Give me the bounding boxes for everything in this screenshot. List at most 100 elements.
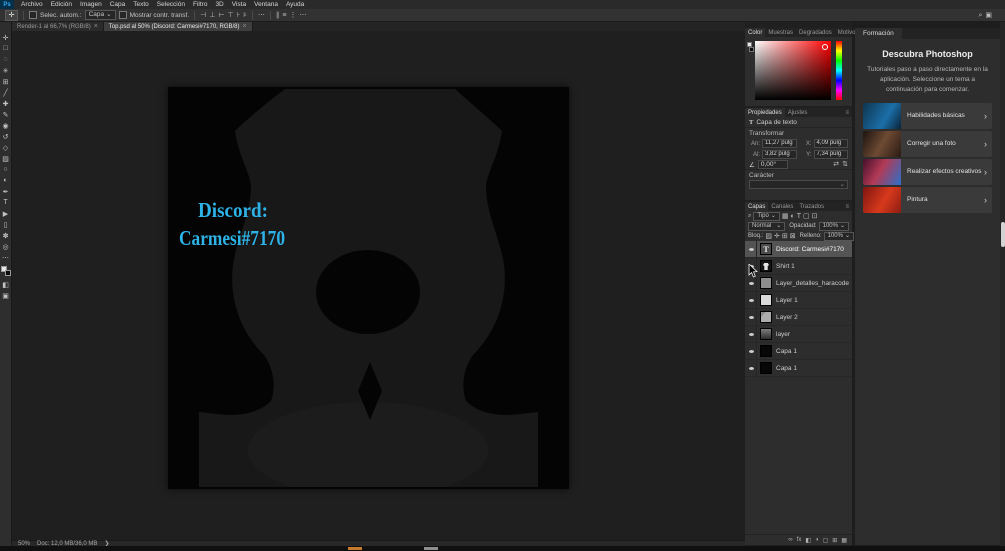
filter-type-icon[interactable]: T	[797, 213, 801, 220]
quick-mask-icon[interactable]: ◧	[0, 279, 12, 290]
shape-tool-icon[interactable]: ▯	[0, 219, 12, 230]
hue-slider[interactable]	[836, 41, 842, 100]
eyedropper-tool-icon[interactable]: ╱	[0, 87, 12, 98]
layer-name[interactable]: Discord: Carmesi#7170	[776, 246, 844, 253]
history-brush-tool-icon[interactable]: ↺	[0, 131, 12, 142]
tab-propiedades[interactable]: Propiedades	[745, 108, 785, 117]
screen-mode-icon[interactable]: ▣	[0, 290, 12, 301]
fill-field[interactable]: 100% ⌄	[823, 231, 854, 241]
layer-thumbnail[interactable]	[760, 311, 772, 323]
menu-archivo[interactable]: Archivo	[17, 0, 47, 9]
align-left-icon[interactable]: ⊣	[200, 12, 206, 19]
learn-card-basics[interactable]: Habilidades básicas ›	[863, 103, 992, 130]
lock-position-icon[interactable]: ✛	[774, 233, 780, 240]
taskbar-item-active[interactable]	[348, 547, 362, 550]
distribute-more-icon[interactable]: ⋯	[300, 12, 307, 19]
layer-row-shirt[interactable]: Shirt 1	[745, 258, 852, 275]
tab-degradados[interactable]: Degradados	[796, 28, 835, 37]
tab-trazados[interactable]: Trazados	[796, 202, 827, 211]
healing-brush-tool-icon[interactable]: ✚	[0, 98, 12, 109]
panel-menu-icon[interactable]: ≡	[842, 108, 852, 117]
layer-group-icon[interactable]: ▢	[823, 537, 829, 544]
menu-seleccion[interactable]: Selección	[153, 0, 189, 9]
transform-section-header[interactable]: Transformar	[745, 127, 852, 138]
layer-name[interactable]: Layer_detalles_haracode	[776, 280, 849, 287]
y-field[interactable]: Y: 7,34 pulg	[801, 150, 848, 159]
delete-layer-icon[interactable]: ▦	[841, 537, 847, 544]
filter-shape-icon[interactable]: ▢	[803, 213, 810, 220]
layer-thumbnail[interactable]	[760, 294, 772, 306]
filter-pixel-icon[interactable]: ▦	[782, 213, 789, 220]
learn-card-fix-photo[interactable]: Corregir una foto ›	[863, 131, 992, 158]
menu-filtro[interactable]: Filtro	[189, 0, 211, 9]
search-icon[interactable]: ⌕	[978, 12, 982, 19]
dodge-tool-icon[interactable]: ◐	[0, 175, 12, 186]
document-tab-render1[interactable]: Render-1 al 66,7% (RGB/8) ×	[12, 22, 104, 31]
layer-row-layer1[interactable]: Layer 1	[745, 292, 852, 309]
visibility-toggle[interactable]	[746, 241, 757, 257]
link-layers-icon[interactable]: ∞	[788, 537, 792, 543]
layer-name[interactable]: Shirt 1	[776, 263, 795, 270]
menu-3d[interactable]: 3D	[211, 0, 227, 9]
learn-card-creative-effects[interactable]: Realizar efectos creativos ›	[863, 159, 992, 186]
align-top-icon[interactable]: ⊤	[228, 12, 234, 19]
zoom-tool-icon[interactable]: ◎	[0, 241, 12, 252]
pen-tool-icon[interactable]: ✒	[0, 186, 12, 197]
blur-tool-icon[interactable]: ○	[0, 164, 12, 175]
distribute-v-icon[interactable]: ∥	[276, 12, 280, 19]
font-family-dropdown[interactable]: ⌄	[749, 180, 848, 189]
layer-thumbnail[interactable]: T	[760, 243, 772, 255]
layer-effects-icon[interactable]: fx	[797, 537, 802, 543]
layer-name[interactable]: Capa 1	[776, 365, 797, 372]
layer-row-layer2[interactable]: Layer 2	[745, 309, 852, 326]
learn-card-painting[interactable]: Pintura ›	[863, 187, 992, 214]
path-selection-tool-icon[interactable]: ▶	[0, 208, 12, 219]
menu-texto[interactable]: Texto	[129, 0, 153, 9]
visibility-toggle[interactable]	[746, 326, 757, 342]
tab-capas[interactable]: Capas	[745, 202, 769, 211]
lasso-tool-icon[interactable]: ◌	[0, 54, 12, 65]
active-tool-icon[interactable]: ✛	[5, 9, 18, 21]
tab-ajustes[interactable]: Ajustes	[785, 108, 811, 117]
angle-field[interactable]: 0,00°	[757, 160, 788, 169]
auto-select-dropdown[interactable]: Capa ⌄	[84, 10, 116, 20]
layer-row-text[interactable]: T Discord: Carmesi#7170	[745, 241, 852, 258]
layer-name[interactable]: Layer 2	[776, 314, 798, 321]
layer-thumbnail[interactable]	[760, 260, 772, 272]
document-canvas[interactable]: Discord: Carmesi#7170	[168, 87, 569, 489]
layer-thumbnail[interactable]	[760, 345, 772, 357]
menu-imagen[interactable]: Imagen	[76, 0, 106, 9]
align-center-v-icon[interactable]: ⊦	[237, 12, 241, 19]
layer-thumbnail[interactable]	[760, 277, 772, 289]
document-tab-top-psd[interactable]: Top.psd al 50% (Discord: Carmesi#7170, R…	[103, 22, 253, 31]
workspace-switcher-icon[interactable]: ▣	[985, 12, 992, 19]
layer-name[interactable]: Layer 1	[776, 297, 798, 304]
menu-ayuda[interactable]: Ayuda	[282, 0, 308, 9]
hand-tool-icon[interactable]: ✽	[0, 230, 12, 241]
color-swatches[interactable]	[0, 266, 11, 276]
move-tool-icon[interactable]: ✛	[0, 32, 12, 43]
layer-name[interactable]: layer	[776, 331, 790, 338]
menu-ventana[interactable]: Ventana	[250, 0, 282, 9]
width-field[interactable]: An: 11,27 pulg	[749, 139, 797, 148]
layer-row-capa1b[interactable]: Capa 1	[745, 360, 852, 377]
dock-handle[interactable]	[1000, 222, 1005, 247]
filter-adjustment-icon[interactable]: ◐	[790, 213, 794, 220]
tab-muestras[interactable]: Muestras	[765, 28, 796, 37]
layer-name[interactable]: Capa 1	[776, 348, 797, 355]
visibility-toggle[interactable]	[746, 360, 757, 376]
background-color-swatch[interactable]	[4, 270, 11, 276]
flip-horizontal-icon[interactable]: ⇄	[833, 161, 839, 168]
edit-toolbar-icon[interactable]: ⋯	[0, 252, 12, 263]
taskbar-item[interactable]	[424, 547, 438, 550]
flip-vertical-icon[interactable]: ⇅	[842, 161, 848, 168]
type-tool-icon[interactable]: T	[0, 197, 12, 208]
x-field[interactable]: X: 4,09 pulg	[801, 139, 848, 148]
align-bottom-icon[interactable]: ⊧	[243, 12, 247, 19]
menu-vista[interactable]: Vista	[228, 0, 250, 9]
layer-row-layer[interactable]: layer	[745, 326, 852, 343]
crop-tool-icon[interactable]: ⊞	[0, 76, 12, 87]
lock-transparency-icon[interactable]: ▨	[765, 233, 772, 240]
layer-thumbnail[interactable]	[760, 362, 772, 374]
visibility-toggle[interactable]	[746, 343, 757, 359]
